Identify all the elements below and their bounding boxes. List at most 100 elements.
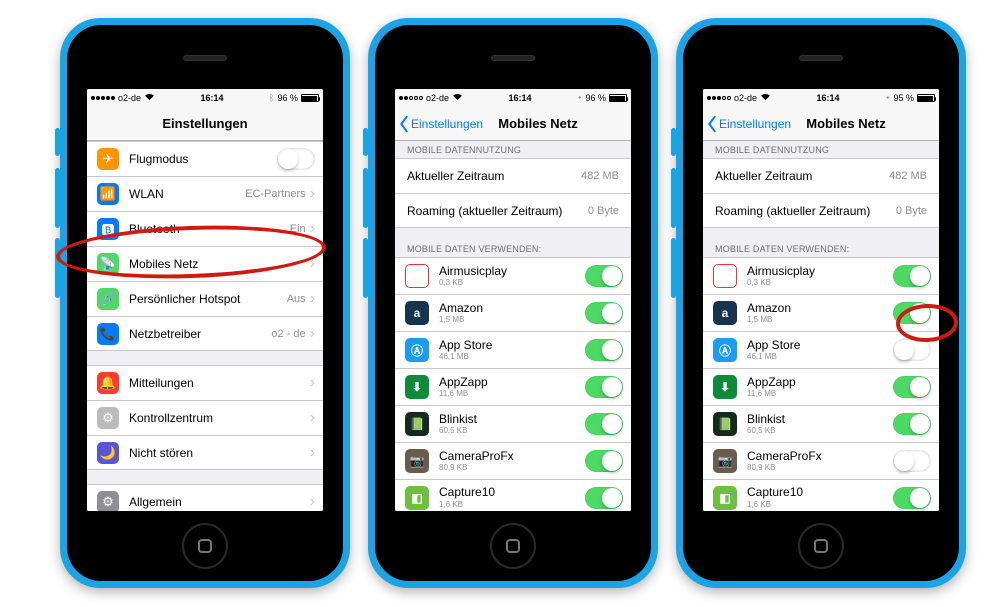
phone-bezel: o2-de 16:14 ᛒ 96 % Einstellungen ✈Flugmo… [67,25,343,581]
app-text: Amazon1,5 MB [439,302,585,325]
settings-list[interactable]: ✈Flugmodus📶WLANEC-Partners›🅱BluetoothEin… [87,141,323,511]
back-button[interactable]: Einstellungen [395,115,483,133]
usage-row: Aktueller Zeitraum482 MB [703,158,939,193]
settings-row-allgemein[interactable]: ⚙Allgemein› [87,484,323,511]
app-row-airmusicplay[interactable]: ♫Airmusicplay0,3 KB [395,257,631,294]
app-row-amazon[interactable]: aAmazon1,5 MB [703,294,939,331]
settings-row-hotspot[interactable]: 🔗Persönlicher HotspotAus› [87,281,323,316]
app-size: 0,3 KB [439,278,585,287]
app-row-appzapp[interactable]: ⬇AppZapp11,6 MB [395,368,631,405]
app-name: Amazon [747,302,893,316]
app-name: AppZapp [747,376,893,390]
app-size: 60,5 KB [747,426,893,435]
app-row-blinkist[interactable]: 📗Blinkist60,5 KB [395,405,631,442]
settings-row-netzbetreiber[interactable]: 📞Netzbetreibero2 - de› [87,316,323,351]
app-size: 1,6 KB [747,500,893,509]
app-toggle[interactable] [893,302,931,324]
app-text: Capture101,6 KB [747,486,893,509]
speaker [491,55,535,61]
app-text: App Store46,1 MB [439,339,585,362]
app-name: Airmusicplay [747,265,893,279]
volume-buttons [55,168,60,228]
row-value: EC-Partners [245,188,306,200]
usage-label: Roaming (aktueller Zeitraum) [407,204,588,218]
row-value: Ein [290,223,306,235]
app-size: 46,1 MB [439,352,585,361]
app-size: 1,6 KB [439,500,585,509]
status-bar: o2-de 16:14 ᛭ 95 % [703,89,939,107]
nichtstoeren-icon: 🌙 [97,442,119,464]
flugmodus-toggle[interactable] [277,148,315,170]
app-toggle[interactable] [893,376,931,398]
app-name: App Store [439,339,585,353]
chevron-right-icon: › [310,493,315,511]
app-toggle[interactable] [585,413,623,435]
app-name: Blinkist [747,413,893,427]
mitteilungen-icon: 🔔 [97,372,119,394]
app-toggle[interactable] [585,487,623,509]
app-toggle[interactable] [893,339,931,361]
app-row-airmusicplay[interactable]: ♫ Airmusicplay0,3 KB [703,257,939,294]
home-button[interactable] [182,523,228,569]
clock: 16:14 [509,93,532,103]
app-row-cameraprofx[interactable]: 📷CameraProFx80,9 KB [395,442,631,479]
app-toggle[interactable] [585,265,623,287]
app-row-appzapp[interactable]: ⬇AppZapp11,6 MB [703,368,939,405]
settings-row-kontrollzentrum[interactable]: ⚙Kontrollzentrum› [87,400,323,435]
app-toggle[interactable] [893,265,931,287]
app-toggle[interactable] [585,376,623,398]
app-row-appstore[interactable]: ⒶApp Store46,1 MB [395,331,631,368]
settings-row-flugmodus[interactable]: ✈Flugmodus [87,141,323,176]
cellular-list[interactable]: MOBILE DATENNUTZUNGAktueller Zeitraum482… [395,141,631,511]
app-name: Airmusicplay [439,265,585,279]
app-row-capture10[interactable]: ◧Capture101,6 KB [395,479,631,511]
chevron-right-icon: › [310,255,315,273]
app-icon: ♫ [713,264,737,288]
carrier-label: o2-de [118,93,141,103]
app-row-blinkist[interactable]: 📗Blinkist60,5 KB [703,405,939,442]
chevron-right-icon: › [310,290,315,308]
app-text: Blinkist60,5 KB [747,413,893,436]
app-toggle[interactable] [893,413,931,435]
app-size: 0,3 KB [747,278,893,287]
screen: o2-de 16:14 ᛭ 95 % Einstellungen Mobiles… [703,89,939,511]
phone-3: o2-de 16:14 ᛭ 95 % Einstellungen Mobiles… [676,18,966,588]
bluetooth-icon: ᛒ [269,93,274,103]
signal-icon [91,96,115,100]
nav-bar: Einstellungen [87,107,323,141]
app-toggle[interactable] [893,487,931,509]
home-button[interactable] [490,523,536,569]
app-toggle[interactable] [585,339,623,361]
settings-row-mitteilungen[interactable]: 🔔Mitteilungen› [87,365,323,400]
app-row-capture10[interactable]: ◧Capture101,6 KB [703,479,939,511]
app-toggle[interactable] [893,450,931,472]
app-name: AppZapp [439,376,585,390]
app-toggle[interactable] [585,450,623,472]
app-size: 80,9 KB [439,463,585,472]
screen: o2-de 16:14 ᛒ 96 % Einstellungen ✈Flugmo… [87,89,323,511]
carrier-label: o2-de [734,93,757,103]
app-name: Capture10 [747,486,893,500]
app-row-amazon[interactable]: aAmazon1,5 MB [395,294,631,331]
wifi-icon [452,93,463,103]
back-label: Einstellungen [719,117,791,131]
cellular-list[interactable]: MOBILE DATENNUTZUNGAktueller Zeitraum482… [703,141,939,511]
app-name: Amazon [439,302,585,316]
phone-bezel: o2-de 16:14 ᛭ 96 % Einstellungen Mobiles… [375,25,651,581]
back-button[interactable]: Einstellungen [703,115,791,133]
chevron-right-icon: › [310,325,315,343]
status-bar: o2-de 16:14 ᛭ 96 % [395,89,631,107]
settings-row-nichtstoeren[interactable]: 🌙Nicht stören› [87,435,323,470]
app-toggle[interactable] [585,302,623,324]
row-label: Bluetooth [129,222,290,236]
app-text: Capture101,6 KB [439,486,585,509]
settings-row-bluetooth[interactable]: 🅱BluetoothEin› [87,211,323,246]
settings-row-wlan[interactable]: 📶WLANEC-Partners› [87,176,323,211]
settings-row-mobilesnetz[interactable]: 📡Mobiles Netz› [87,246,323,281]
app-text: Airmusicplay0,3 KB [747,265,893,288]
app-row-appstore[interactable]: ⒶApp Store46,1 MB [703,331,939,368]
apps-header: MOBILE DATEN VERWENDEN: [395,240,631,257]
app-row-cameraprofx[interactable]: 📷CameraProFx80,9 KB [703,442,939,479]
usage-header: MOBILE DATENNUTZUNG [395,141,631,158]
home-button[interactable] [798,523,844,569]
